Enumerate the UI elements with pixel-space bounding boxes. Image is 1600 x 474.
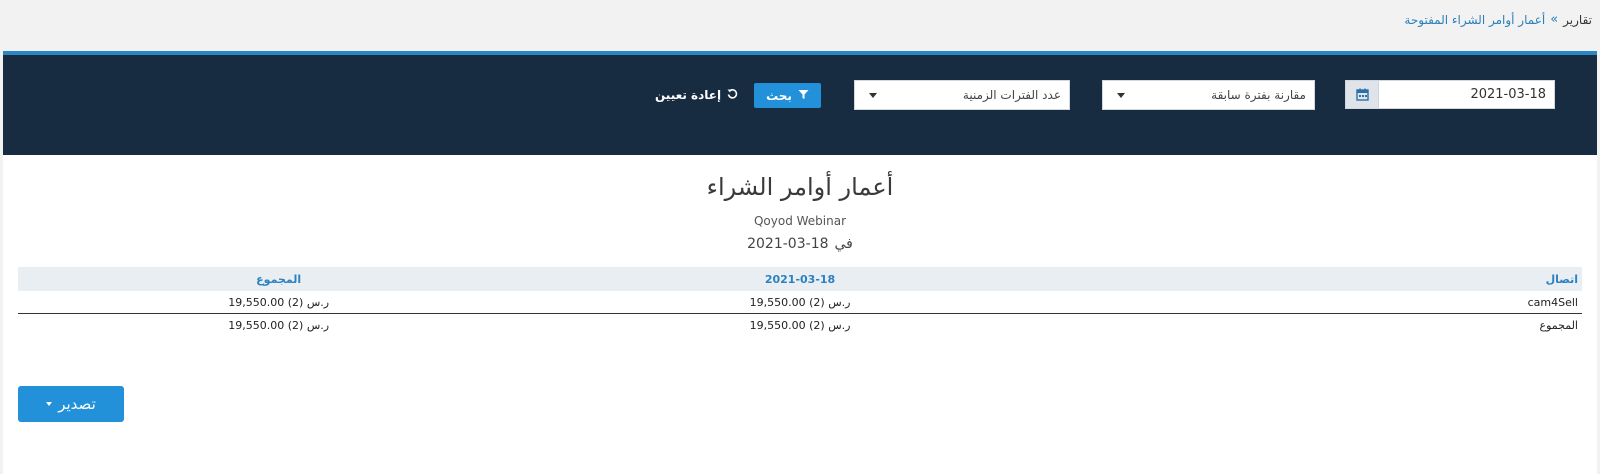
reset-button[interactable]: إعادة تعيين [655,85,738,105]
totals-total-amount: 19,550.00 ر.س (2) [228,318,330,332]
asof-prefix: في [834,236,853,252]
header-contact: اتصال [1060,267,1582,291]
periods-select-label: عدد الفترات الزمنية [962,88,1061,102]
row-total-amount: 19,550.00 ر.س (2) [18,291,540,314]
totals-label: المجموع [1539,318,1578,332]
report-table: المجموع 2021-03-18 اتصال 19,550.00 ر.س (… [18,267,1582,336]
report-panel: 2021-03-18 مقارنة بفترة سابقة عدد الفترا… [3,51,1597,474]
chevron-down-icon [1117,92,1125,98]
export-button-label: تصدير [58,395,96,413]
compare-select[interactable]: مقارنة بفترة سابقة [1102,80,1315,110]
asof-date: 18-03-2021 [747,236,829,252]
totals-row: 19,550.00 ر.س (2) 19,550.00 ر.س (2) المج… [18,314,1582,337]
search-button[interactable]: بحث [754,83,821,108]
header-total: المجموع [18,267,540,291]
breadcrumb: تقارير » أعمار أوامر الشراء المفتوحة [1404,12,1592,27]
reset-button-label: إعادة تعيين [655,88,722,102]
breadcrumb-root[interactable]: تقارير [1563,13,1592,27]
filter-icon [798,89,809,103]
breadcrumb-separator: » [1550,12,1559,27]
report-date-line: في 18-03-2021 [3,236,1597,252]
compare-select-label: مقارنة بفترة سابقة [1211,88,1306,102]
calendar-icon[interactable] [1346,81,1379,108]
totals-date-amount: 19,550.00 ر.س (2) [749,318,851,332]
header-date: 2021-03-18 [539,267,1061,291]
row-contact[interactable]: cam4Sell [1060,291,1582,314]
export-button[interactable]: تصدير [18,386,124,422]
breadcrumb-current[interactable]: أعمار أوامر الشراء المفتوحة [1404,13,1545,27]
date-field[interactable]: 2021-03-18 [1345,80,1555,109]
periods-select[interactable]: عدد الفترات الزمنية [854,80,1070,110]
undo-icon [727,88,738,102]
table-header-row: المجموع 2021-03-18 اتصال [18,267,1582,291]
filter-bar: 2021-03-18 مقارنة بفترة سابقة عدد الفترا… [3,55,1597,155]
date-value: 2021-03-18 [1470,87,1546,102]
row-date-amount[interactable]: 19,550.00 ر.س (2) [539,291,1061,314]
chevron-down-icon [869,92,877,98]
caret-down-icon [46,402,53,406]
search-button-label: بحث [766,88,792,103]
report-title: أعمار أوامر الشراء [706,173,894,201]
company-name: Qoyod Webinar [753,214,847,228]
table-row: 19,550.00 ر.س (2) 19,550.00 ر.س (2) cam4… [18,291,1582,314]
